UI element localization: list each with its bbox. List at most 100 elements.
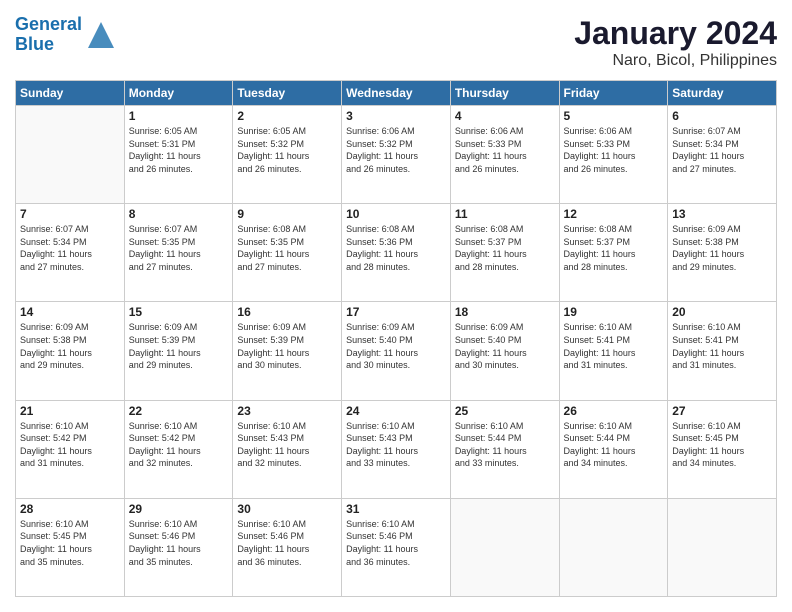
- day-number: 9: [237, 207, 337, 221]
- day-number: 17: [346, 305, 446, 319]
- day-info: Sunrise: 6:10 AM Sunset: 5:44 PM Dayligh…: [564, 420, 664, 470]
- weekday-header: Saturday: [668, 81, 777, 106]
- weekday-header: Friday: [559, 81, 668, 106]
- day-info: Sunrise: 6:08 AM Sunset: 5:36 PM Dayligh…: [346, 223, 446, 273]
- calendar-cell: 8 Sunrise: 6:07 AM Sunset: 5:35 PM Daylig…: [124, 204, 233, 302]
- logo-icon: [86, 20, 116, 50]
- calendar-cell: 22 Sunrise: 6:10 AM Sunset: 5:42 PM Dayli…: [124, 400, 233, 498]
- day-number: 31: [346, 502, 446, 516]
- day-number: 4: [455, 109, 555, 123]
- weekday-header: Tuesday: [233, 81, 342, 106]
- day-number: 15: [129, 305, 229, 319]
- calendar-cell: 10 Sunrise: 6:08 AM Sunset: 5:36 PM Dayli…: [342, 204, 451, 302]
- calendar-cell: 27 Sunrise: 6:10 AM Sunset: 5:45 PM Dayli…: [668, 400, 777, 498]
- calendar-cell: 12Sunrise: 6:08 AM Sunset: 5:37 PM Dayli…: [559, 204, 668, 302]
- calendar-cell: 1 Sunrise: 6:05 AM Sunset: 5:31 PM Daylig…: [124, 106, 233, 204]
- calendar-week-row: 28Sunrise: 6:10 AM Sunset: 5:45 PM Dayli…: [16, 498, 777, 596]
- day-info: Sunrise: 6:06 AM Sunset: 5:33 PM Dayligh…: [564, 125, 664, 175]
- calendar-cell: [16, 106, 125, 204]
- day-info: Sunrise: 6:05 AM Sunset: 5:32 PM Dayligh…: [237, 125, 337, 175]
- weekday-header: Monday: [124, 81, 233, 106]
- day-info: Sunrise: 6:10 AM Sunset: 5:41 PM Dayligh…: [564, 321, 664, 371]
- day-info: Sunrise: 6:10 AM Sunset: 5:43 PM Dayligh…: [346, 420, 446, 470]
- day-info: Sunrise: 6:10 AM Sunset: 5:44 PM Dayligh…: [455, 420, 555, 470]
- calendar-body: 1 Sunrise: 6:05 AM Sunset: 5:31 PM Daylig…: [16, 106, 777, 597]
- day-number: 22: [129, 404, 229, 418]
- day-number: 16: [237, 305, 337, 319]
- calendar-cell: 23 Sunrise: 6:10 AM Sunset: 5:43 PM Dayli…: [233, 400, 342, 498]
- calendar-page: General Blue January 2024 Naro, Bicol, P…: [0, 0, 792, 612]
- logo-blue: Blue: [15, 34, 54, 54]
- day-info: Sunrise: 6:10 AM Sunset: 5:46 PM Dayligh…: [346, 518, 446, 568]
- day-info: Sunrise: 6:07 AM Sunset: 5:34 PM Dayligh…: [20, 223, 120, 273]
- title-block: January 2024 Naro, Bicol, Philippines: [574, 15, 777, 70]
- day-number: 7: [20, 207, 120, 221]
- calendar-week-row: 21 Sunrise: 6:10 AM Sunset: 5:42 PM Dayli…: [16, 400, 777, 498]
- calendar-cell: 14 Sunrise: 6:09 AM Sunset: 5:38 PM Dayli…: [16, 302, 125, 400]
- calendar-cell: 28Sunrise: 6:10 AM Sunset: 5:45 PM Dayli…: [16, 498, 125, 596]
- day-number: 20: [672, 305, 772, 319]
- day-info: Sunrise: 6:10 AM Sunset: 5:45 PM Dayligh…: [672, 420, 772, 470]
- day-info: Sunrise: 6:08 AM Sunset: 5:37 PM Dayligh…: [455, 223, 555, 273]
- calendar-cell: 6 Sunrise: 6:07 AM Sunset: 5:34 PM Daylig…: [668, 106, 777, 204]
- weekday-header: Thursday: [450, 81, 559, 106]
- calendar-cell: [668, 498, 777, 596]
- calendar-cell: 20 Sunrise: 6:10 AM Sunset: 5:41 PM Dayli…: [668, 302, 777, 400]
- day-number: 2: [237, 109, 337, 123]
- day-info: Sunrise: 6:10 AM Sunset: 5:42 PM Dayligh…: [20, 420, 120, 470]
- calendar-cell: 18Sunrise: 6:09 AM Sunset: 5:40 PM Dayli…: [450, 302, 559, 400]
- weekday-header: Wednesday: [342, 81, 451, 106]
- day-number: 23: [237, 404, 337, 418]
- calendar-cell: [559, 498, 668, 596]
- day-number: 21: [20, 404, 120, 418]
- day-info: Sunrise: 6:10 AM Sunset: 5:42 PM Dayligh…: [129, 420, 229, 470]
- calendar-cell: 7 Sunrise: 6:07 AM Sunset: 5:34 PM Daylig…: [16, 204, 125, 302]
- day-number: 10: [346, 207, 446, 221]
- calendar-cell: 16Sunrise: 6:09 AM Sunset: 5:39 PM Dayli…: [233, 302, 342, 400]
- calendar-cell: 3Sunrise: 6:06 AM Sunset: 5:32 PM Daylig…: [342, 106, 451, 204]
- day-info: Sunrise: 6:05 AM Sunset: 5:31 PM Dayligh…: [129, 125, 229, 175]
- calendar-week-row: 7 Sunrise: 6:07 AM Sunset: 5:34 PM Daylig…: [16, 204, 777, 302]
- day-info: Sunrise: 6:06 AM Sunset: 5:32 PM Dayligh…: [346, 125, 446, 175]
- day-number: 6: [672, 109, 772, 123]
- weekday-header: Sunday: [16, 81, 125, 106]
- day-info: Sunrise: 6:09 AM Sunset: 5:38 PM Dayligh…: [20, 321, 120, 371]
- day-info: Sunrise: 6:07 AM Sunset: 5:34 PM Dayligh…: [672, 125, 772, 175]
- header: General Blue January 2024 Naro, Bicol, P…: [15, 15, 777, 70]
- calendar-cell: 31 Sunrise: 6:10 AM Sunset: 5:46 PM Dayli…: [342, 498, 451, 596]
- calendar-cell: 24 Sunrise: 6:10 AM Sunset: 5:43 PM Dayli…: [342, 400, 451, 498]
- day-number: 27: [672, 404, 772, 418]
- day-number: 11: [455, 207, 555, 221]
- logo-general: General: [15, 14, 82, 34]
- day-info: Sunrise: 6:10 AM Sunset: 5:41 PM Dayligh…: [672, 321, 772, 371]
- day-number: 14: [20, 305, 120, 319]
- calendar-cell: 13 Sunrise: 6:09 AM Sunset: 5:38 PM Dayli…: [668, 204, 777, 302]
- day-number: 1: [129, 109, 229, 123]
- day-info: Sunrise: 6:09 AM Sunset: 5:40 PM Dayligh…: [455, 321, 555, 371]
- calendar-cell: 11 Sunrise: 6:08 AM Sunset: 5:37 PM Dayli…: [450, 204, 559, 302]
- day-number: 24: [346, 404, 446, 418]
- calendar-title: January 2024: [574, 15, 777, 52]
- calendar-cell: 19 Sunrise: 6:10 AM Sunset: 5:41 PM Dayli…: [559, 302, 668, 400]
- calendar-cell: 25Sunrise: 6:10 AM Sunset: 5:44 PM Dayli…: [450, 400, 559, 498]
- day-info: Sunrise: 6:07 AM Sunset: 5:35 PM Dayligh…: [129, 223, 229, 273]
- calendar-cell: 30Sunrise: 6:10 AM Sunset: 5:46 PM Dayli…: [233, 498, 342, 596]
- day-info: Sunrise: 6:10 AM Sunset: 5:43 PM Dayligh…: [237, 420, 337, 470]
- calendar-cell: 4 Sunrise: 6:06 AM Sunset: 5:33 PM Daylig…: [450, 106, 559, 204]
- day-number: 30: [237, 502, 337, 516]
- calendar-cell: 26Sunrise: 6:10 AM Sunset: 5:44 PM Dayli…: [559, 400, 668, 498]
- day-number: 8: [129, 207, 229, 221]
- logo: General Blue: [15, 15, 116, 55]
- calendar-table: SundayMondayTuesdayWednesdayThursdayFrid…: [15, 80, 777, 597]
- day-number: 13: [672, 207, 772, 221]
- calendar-cell: [450, 498, 559, 596]
- day-info: Sunrise: 6:08 AM Sunset: 5:35 PM Dayligh…: [237, 223, 337, 273]
- day-info: Sunrise: 6:09 AM Sunset: 5:40 PM Dayligh…: [346, 321, 446, 371]
- calendar-cell: 15Sunrise: 6:09 AM Sunset: 5:39 PM Dayli…: [124, 302, 233, 400]
- calendar-cell: 9 Sunrise: 6:08 AM Sunset: 5:35 PM Daylig…: [233, 204, 342, 302]
- day-info: Sunrise: 6:06 AM Sunset: 5:33 PM Dayligh…: [455, 125, 555, 175]
- day-info: Sunrise: 6:09 AM Sunset: 5:38 PM Dayligh…: [672, 223, 772, 273]
- day-number: 19: [564, 305, 664, 319]
- calendar-cell: 21 Sunrise: 6:10 AM Sunset: 5:42 PM Dayli…: [16, 400, 125, 498]
- day-info: Sunrise: 6:08 AM Sunset: 5:37 PM Dayligh…: [564, 223, 664, 273]
